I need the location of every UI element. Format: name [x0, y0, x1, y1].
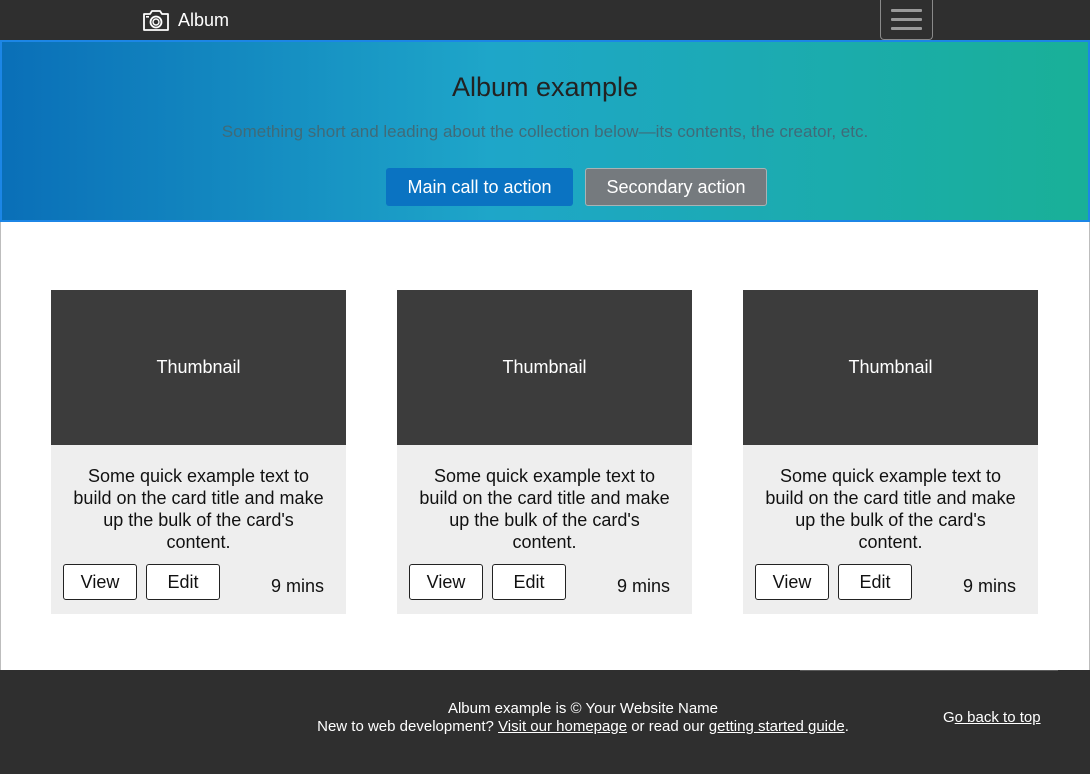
hamburger-menu-icon [891, 18, 922, 21]
thumbnail-label: Thumbnail [502, 357, 587, 377]
help-middle: or read our [627, 718, 709, 735]
help-prefix: New to web development? [317, 718, 499, 735]
main-call-to-action-button[interactable]: Main call to action [386, 168, 573, 206]
getting-started-link[interactable]: getting started guide [709, 718, 845, 735]
album-grid: Thumbnail Some quick example text to bui… [0, 222, 1090, 670]
hero-lead: Something short and leading about the co… [221, 122, 869, 141]
back-to-top-initial: G [943, 709, 955, 726]
view-button[interactable]: View [409, 564, 483, 600]
brand-link[interactable]: Album [142, 6, 229, 34]
view-button[interactable]: View [63, 564, 137, 600]
footer-divider [800, 670, 1058, 671]
album-card: Thumbnail Some quick example text to bui… [51, 290, 346, 614]
view-button[interactable]: View [755, 564, 829, 600]
footer-help-text: New to web development? Visit our homepa… [0, 718, 1090, 736]
thumbnail-label: Thumbnail [156, 357, 241, 377]
back-to-top-link[interactable]: o back to top [955, 709, 1041, 726]
navbar-toggle-button[interactable] [880, 0, 933, 40]
hamburger-menu-icon [891, 27, 922, 30]
back-to-top: Go back to top [943, 709, 1041, 727]
card-time: 9 mins [963, 576, 1017, 596]
navbar: Album [0, 0, 1090, 40]
album-card: Thumbnail Some quick example text to bui… [743, 290, 1038, 614]
secondary-action-button[interactable]: Secondary action [585, 168, 767, 206]
card-time: 9 mins [617, 576, 671, 596]
footer-copyright: Album example is © Your Website Name [447, 700, 719, 717]
homepage-link[interactable]: Visit our homepage [498, 718, 627, 735]
camera-icon [143, 10, 169, 31]
card-text: Some quick example text to build on the … [73, 466, 324, 552]
hero-section: Album example Something short and leadin… [0, 40, 1090, 222]
card-thumbnail: Thumbnail [51, 290, 346, 445]
edit-button[interactable]: Edit [492, 564, 566, 600]
help-suffix: . [844, 718, 849, 735]
card-thumbnail: Thumbnail [397, 290, 692, 445]
thumbnail-label: Thumbnail [848, 357, 933, 377]
card-text: Some quick example text to build on the … [419, 466, 670, 552]
footer: Album example is © Your Website Name New… [0, 670, 1090, 774]
album-card: Thumbnail Some quick example text to bui… [397, 290, 692, 614]
hamburger-menu-icon [891, 9, 922, 12]
brand-label: Album [178, 9, 230, 30]
card-text: Some quick example text to build on the … [765, 466, 1016, 552]
hero-title: Album example [451, 72, 639, 102]
card-time: 9 mins [271, 576, 325, 596]
card-thumbnail: Thumbnail [743, 290, 1038, 445]
edit-button[interactable]: Edit [838, 564, 912, 600]
edit-button[interactable]: Edit [146, 564, 220, 600]
